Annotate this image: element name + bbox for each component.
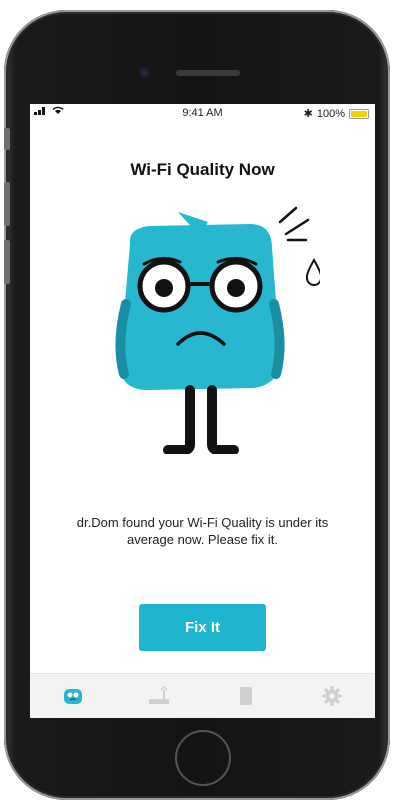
tab-settings[interactable] <box>289 674 375 718</box>
volume-down-button <box>4 240 10 284</box>
fix-it-button[interactable]: Fix It <box>139 604 266 651</box>
router-icon <box>149 686 170 704</box>
volume-up-button <box>4 182 10 226</box>
status-right: ✱ 100% <box>304 107 369 120</box>
page-title: Wi-Fi Quality Now <box>130 160 275 179</box>
tab-device[interactable] <box>203 674 289 718</box>
battery-percent: 100% <box>316 107 345 120</box>
home-button[interactable] <box>175 730 231 786</box>
sad-mascot-illustration <box>115 206 320 454</box>
mute-switch <box>4 128 10 150</box>
mascot-icon <box>64 689 83 704</box>
bluetooth-icon: ✱ <box>303 108 313 120</box>
app-screen: 9:41 AM ✱ 100% Wi-Fi Quality Now dr.Dom … <box>30 104 375 718</box>
tab-router[interactable] <box>116 674 202 718</box>
status-bar: 9:41 AM ✱ 100% <box>30 104 375 124</box>
gear-icon <box>321 686 342 706</box>
phone-icon <box>239 687 252 705</box>
earpiece-speaker <box>176 70 240 76</box>
tab-home[interactable] <box>30 674 116 718</box>
tab-bar <box>30 673 375 718</box>
battery-icon <box>349 108 369 119</box>
front-camera <box>139 67 150 78</box>
diagnosis-message: dr.Dom found your Wi-Fi Quality is under… <box>76 515 329 547</box>
